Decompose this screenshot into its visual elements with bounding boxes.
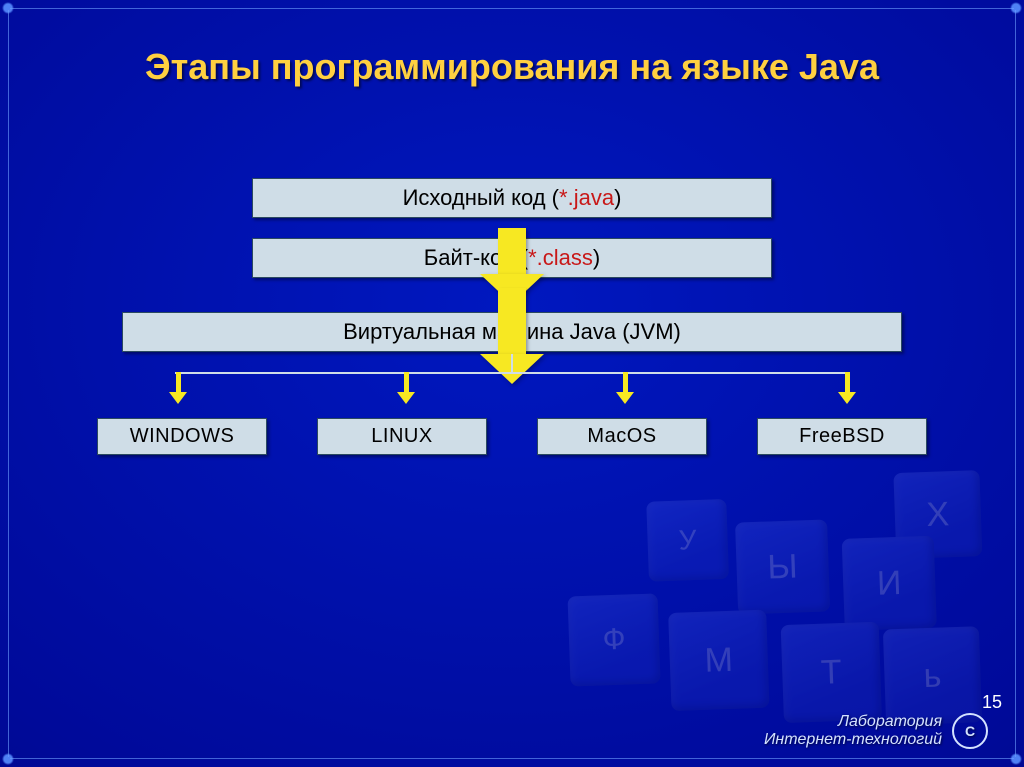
flow-diagram: Исходный код (*.java) Байт-код (*.class)… — [60, 178, 964, 455]
box-source-label: Исходный код ( — [403, 185, 559, 210]
box-source-code: Исходный код (*.java) — [252, 178, 772, 218]
slide: Этапы программирования на языке Java Исх… — [0, 0, 1024, 767]
box-bytecode-close: ) — [593, 245, 600, 270]
box-os-windows: WINDOWS — [97, 418, 267, 455]
box-bytecode-ext: *.class — [528, 245, 593, 270]
page-number: 15 — [982, 692, 1002, 713]
footer-line1: Лаборатория — [764, 713, 942, 731]
footer-logo-icon: С — [952, 713, 988, 749]
arrow-down-small-icon — [838, 372, 856, 404]
footer: Лаборатория Интернет-технологий С — [764, 713, 988, 749]
connector-fanout — [122, 354, 902, 414]
box-os-freebsd: FreeBSD — [757, 418, 927, 455]
box-source-close: ) — [614, 185, 621, 210]
box-os-linux: LINUX — [317, 418, 487, 455]
slide-title: Этапы программирования на языке Java — [60, 46, 964, 88]
arrow-down-small-icon — [169, 372, 187, 404]
box-os-macos: MacOS — [537, 418, 707, 455]
box-source-ext: *.java — [559, 185, 614, 210]
arrow-down-small-icon — [616, 372, 634, 404]
arrow-down-small-icon — [397, 372, 415, 404]
footer-text: Лаборатория Интернет-технологий — [764, 713, 942, 749]
os-row: WINDOWS LINUX MacOS FreeBSD — [97, 418, 927, 455]
footer-line2: Интернет-технологий — [764, 731, 942, 749]
